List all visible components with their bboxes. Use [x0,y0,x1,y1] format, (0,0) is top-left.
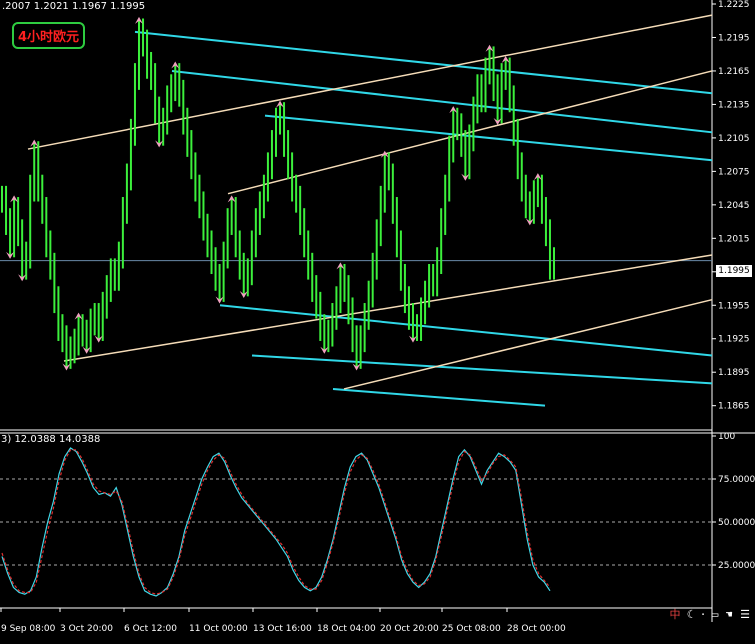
price-tick-label: 1.2225 [718,0,750,10]
osc-tick-label: 75.0000 [718,475,755,485]
time-tick-label: 9 Sep 08:00 [1,624,56,634]
cyan-channel-line [171,69,713,134]
time-tick-label: 18 Oct 04:00 [317,624,376,634]
price-tick-label: 1.2165 [718,67,750,77]
time-tick-label: 11 Oct 00:00 [189,624,248,634]
symbol-label: 4小时欧元 [12,22,86,49]
cyan-channel-line [219,304,713,357]
hand-icon[interactable]: ☚ [723,609,735,621]
oscillator-panel: 100 75.0000 50.0000 25.0000 [0,432,755,597]
price-tick-label: 1.2105 [718,134,750,144]
cyan-channel-line [251,354,713,385]
fractal-markers [6,16,542,371]
cyan-channel-line [264,114,713,162]
price-header: .2007 1.2021 1.1967 1.1995 [2,1,146,12]
price-tick-label: 1.2015 [718,234,750,244]
moon-icon[interactable]: ☾ [684,609,696,621]
cream-channel-line [343,298,713,390]
price-tick-label: 1.2135 [718,100,750,110]
price-axis: 1.2225 1.2195 1.2165 1.2135 1.2105 1.2075 1.20… [712,0,750,412]
oscillator-header: 3) 12.0388 14.0388 [1,434,101,445]
dot-icon[interactable]: · [697,609,709,621]
time-tick-label: 13 Oct 16:00 [253,624,312,634]
menu-icon[interactable]: ☰ [738,609,752,621]
time-tick-label: 28 Oct 00:00 [507,624,566,634]
osc-tick-label: 50.0000 [718,518,755,528]
chart-canvas: 1.2225 1.2195 1.2165 1.2135 1.2105 1.2075 1.20… [0,0,755,634]
price-tick-label: 1.2045 [718,201,750,211]
channel-lines [27,14,713,407]
cyan-channel-line [332,387,546,407]
last-price-badge: 1.1995 [716,265,752,277]
time-tick-label: 6 Oct 12:00 [124,624,177,634]
osc-tick-label: 100 [718,432,735,442]
time-tick-label: 25 Oct 08:00 [442,624,501,634]
price-tick-label: 1.2195 [718,33,750,43]
price-tick-label: 1.1925 [718,335,750,345]
price-series [1,18,555,369]
time-axis: 9 Sep 08:00 3 Oct 20:00 6 Oct 12:00 11 Oct … [0,608,566,634]
keyboard-icon[interactable]: ▭ [709,609,721,621]
price-tick-label: 1.1895 [718,368,750,378]
price-tick-label: 1.2075 [718,167,750,177]
price-tick-label: 1.1865 [718,402,750,412]
cyan-channel-line [134,30,713,95]
osc-tick-label: 25.0000 [718,561,755,571]
chinese-input-icon[interactable]: 中 [668,609,682,621]
time-tick-label: 3 Oct 20:00 [60,624,113,634]
price-tick-label: 1.1955 [718,301,750,311]
time-tick-label: 20 Oct 20:00 [380,624,439,634]
